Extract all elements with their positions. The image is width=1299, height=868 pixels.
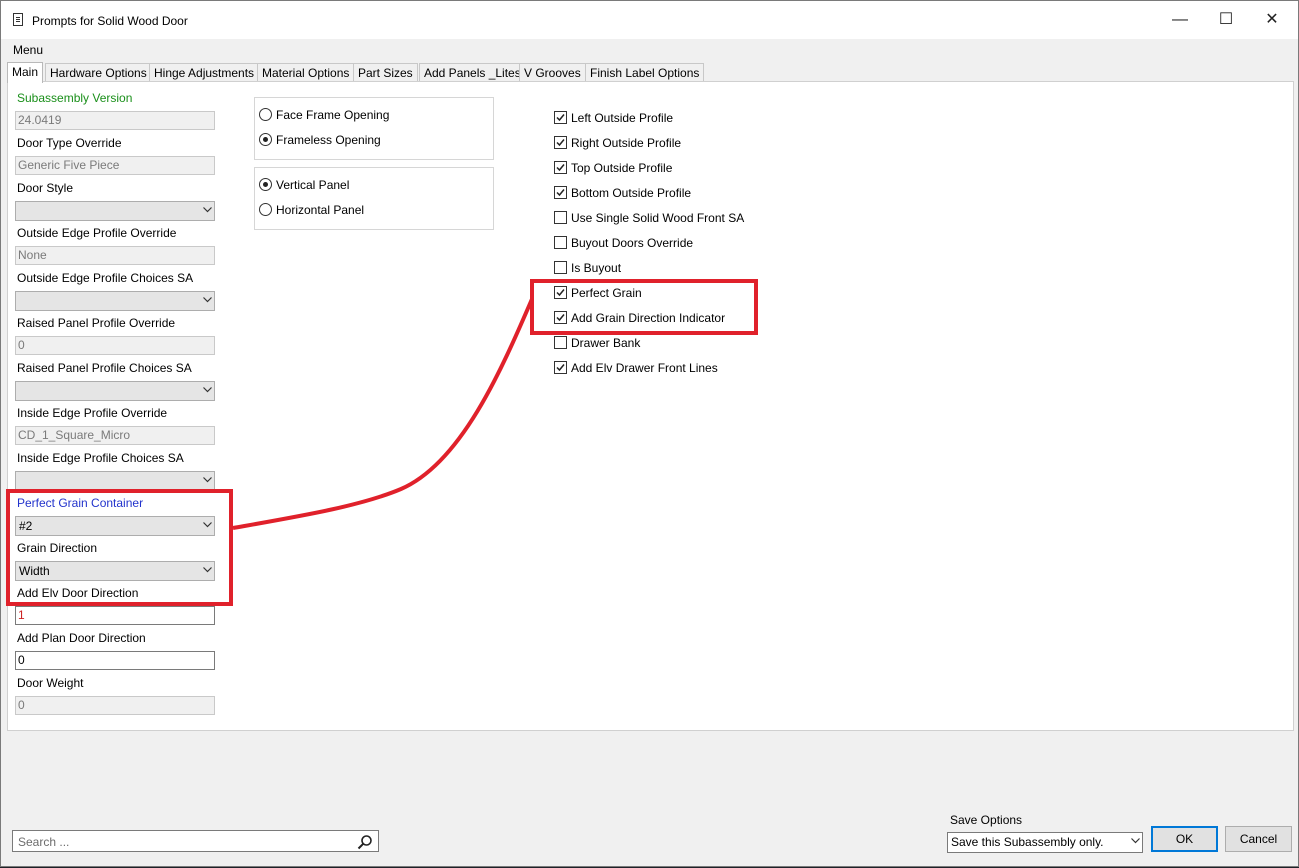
ok-button[interactable]: OK (1151, 826, 1218, 852)
save-options-select[interactable]: Save this Subassembly only. (947, 832, 1143, 853)
search-input[interactable]: Search ... (12, 830, 379, 852)
cancel-button[interactable]: Cancel (1225, 826, 1292, 852)
save-options-value: Save this Subassembly only. (951, 835, 1104, 849)
annotation-connector-curve (232, 298, 534, 530)
tab-main[interactable]: Main (7, 62, 44, 83)
search-icon[interactable] (357, 834, 373, 850)
chevron-down-icon (1131, 838, 1140, 845)
dialog-window: Prompts for Solid Wood Door — ☐ ✕ Menu M… (0, 0, 1299, 867)
save-options-label: Save Options (950, 813, 1023, 827)
search-placeholder: Search ... (18, 835, 70, 849)
